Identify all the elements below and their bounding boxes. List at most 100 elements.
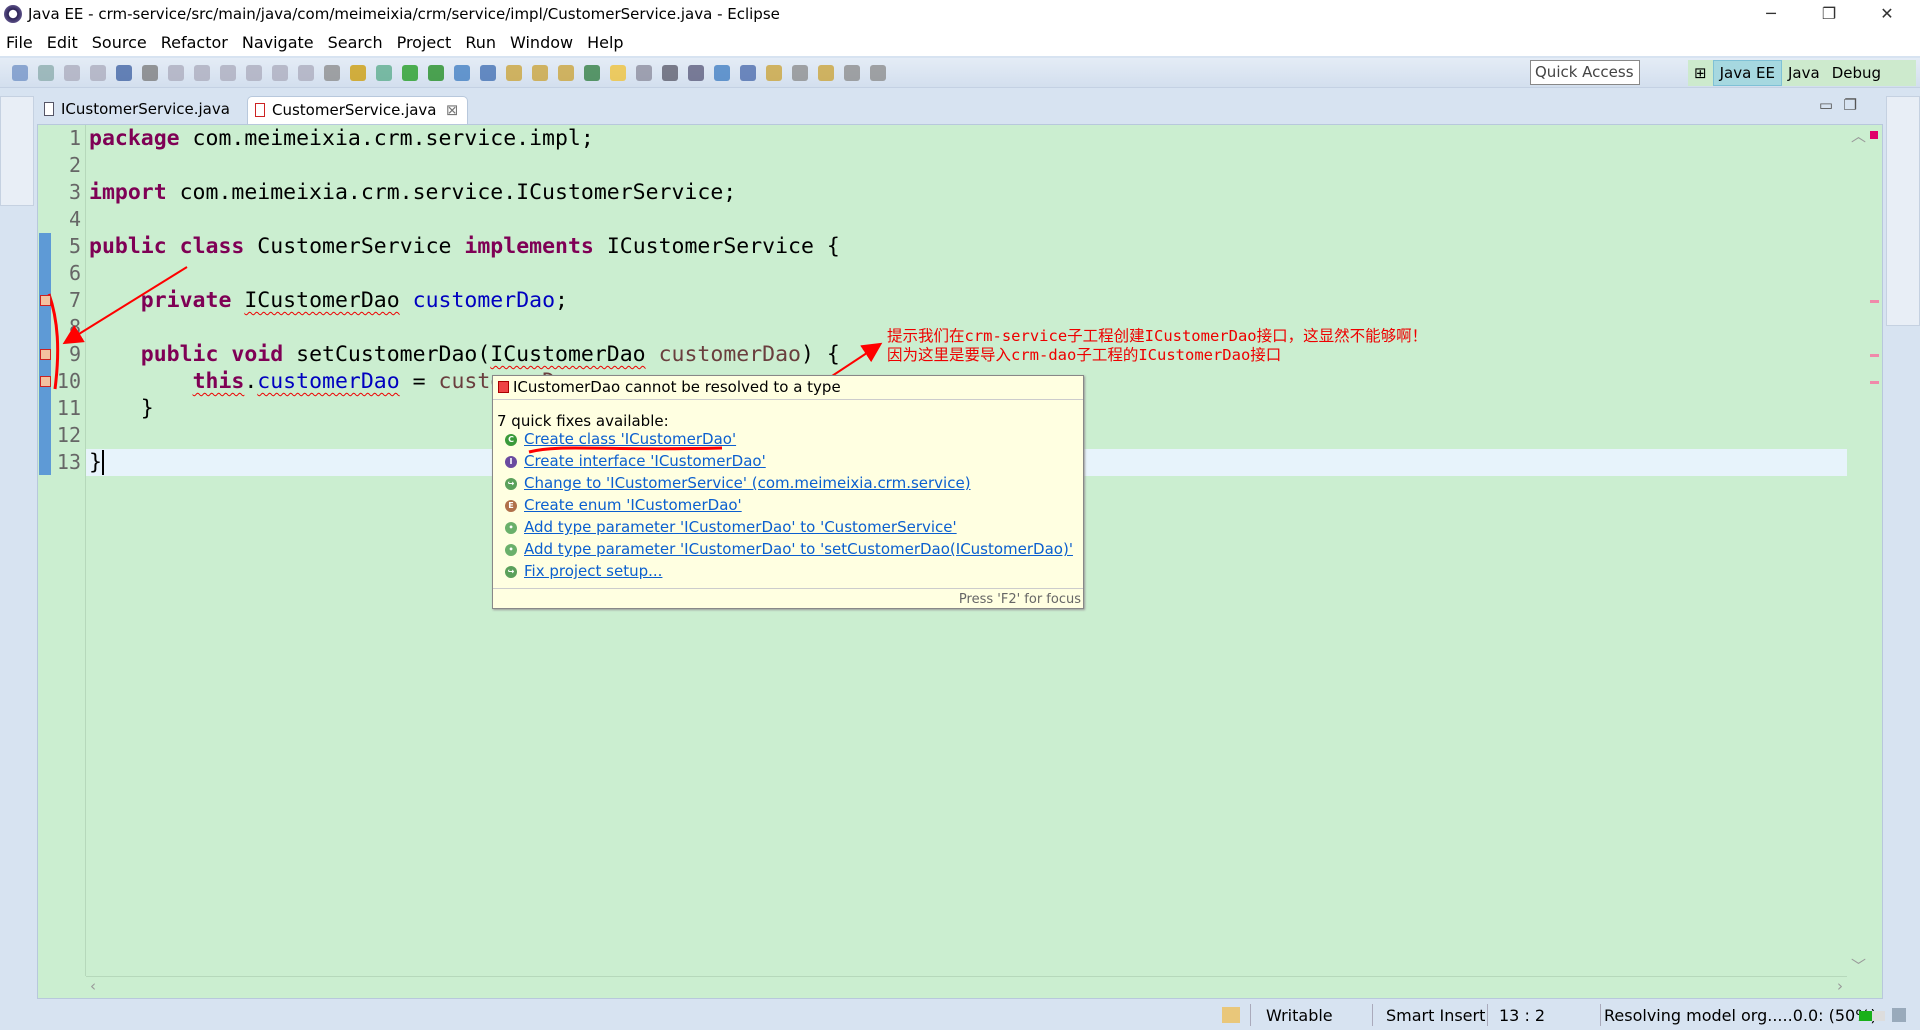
- maximize-editor-icon[interactable]: ❐: [1844, 96, 1857, 114]
- menu-source[interactable]: Source: [92, 33, 147, 52]
- toolbar-button-icon[interactable]: [480, 65, 496, 81]
- toolbar-button-icon[interactable]: [168, 65, 184, 81]
- menu-refactor[interactable]: Refactor: [161, 33, 228, 52]
- error-gutter-icon[interactable]: [40, 376, 51, 387]
- toolbar-button-icon[interactable]: [90, 65, 106, 81]
- toolbar-button-icon[interactable]: [662, 65, 678, 81]
- toolbar-button-icon[interactable]: [740, 65, 756, 81]
- line-number: 8: [68, 315, 81, 339]
- toolbar-button-icon[interactable]: [818, 65, 834, 81]
- menu-navigate[interactable]: Navigate: [242, 33, 314, 52]
- toolbar-button-icon[interactable]: [584, 65, 600, 81]
- toolbar-button-icon[interactable]: [532, 65, 548, 81]
- progress-bar[interactable]: [1859, 1011, 1885, 1021]
- code-line[interactable]: }: [89, 449, 104, 476]
- code-line[interactable]: private ICustomerDao customerDao;: [89, 287, 568, 314]
- toolbar-button-icon[interactable]: [792, 65, 808, 81]
- toolbar-button-icon[interactable]: [402, 65, 418, 81]
- status-icon[interactable]: [1222, 1007, 1240, 1023]
- toolbar-button-icon[interactable]: [142, 65, 158, 81]
- perspective-java-ee[interactable]: Java EE: [1712, 60, 1782, 86]
- scroll-right-icon[interactable]: ›: [1837, 977, 1843, 995]
- code-token: package: [89, 126, 180, 151]
- error-marker[interactable]: [1870, 381, 1879, 384]
- toolbar-button-icon[interactable]: [636, 65, 652, 81]
- code-token: }: [89, 450, 102, 475]
- error-summary-icon[interactable]: [1870, 131, 1878, 139]
- menu-search[interactable]: Search: [328, 33, 383, 52]
- close-button[interactable]: ✕: [1858, 0, 1916, 28]
- toolbar-button-icon[interactable]: [454, 65, 470, 81]
- toolbar-button-icon[interactable]: [194, 65, 210, 81]
- toolbar-button-icon[interactable]: [12, 65, 28, 81]
- menu-project[interactable]: Project: [397, 33, 452, 52]
- toolbar-button-icon[interactable]: [350, 65, 366, 81]
- toolbar-button-icon[interactable]: [870, 65, 886, 81]
- quick-fix-link[interactable]: Create enum 'ICustomerDao': [524, 496, 742, 514]
- error-gutter-icon[interactable]: [40, 295, 51, 306]
- scroll-down-icon[interactable]: ﹀: [1851, 955, 1866, 976]
- quick-fix-link[interactable]: Add type parameter 'ICustomerDao' to 'Cu…: [524, 518, 957, 536]
- toolbar-button-icon[interactable]: [714, 65, 730, 81]
- perspective-debug[interactable]: Debug: [1826, 61, 1887, 85]
- code-token: CustomerService: [244, 234, 465, 259]
- quick-fix-link[interactable]: Create interface 'ICustomerDao': [524, 452, 766, 470]
- toolbar-button-icon[interactable]: [116, 65, 132, 81]
- toolbar-button-icon[interactable]: [324, 65, 340, 81]
- vertical-scrollbar[interactable]: ︿ ﹀: [1847, 125, 1867, 976]
- toolbar-button-icon[interactable]: [246, 65, 262, 81]
- toolbar-button-icon[interactable]: [506, 65, 522, 81]
- toolbar-button-icon[interactable]: [64, 65, 80, 81]
- toolbar-button-icon[interactable]: [298, 65, 314, 81]
- error-marker[interactable]: [1870, 300, 1879, 303]
- toolbar-button-icon[interactable]: [688, 65, 704, 81]
- horizontal-scrollbar[interactable]: ‹ ›: [86, 976, 1847, 998]
- quick-fix-link[interactable]: Change to 'ICustomerService' (com.meimei…: [524, 474, 971, 492]
- quick-fix-link[interactable]: Add type parameter 'ICustomerDao' to 'se…: [524, 540, 1073, 558]
- minimize-editor-icon[interactable]: ▭: [1819, 96, 1833, 114]
- error-marker[interactable]: [1870, 354, 1879, 357]
- line-number: 7: [68, 288, 81, 312]
- open-perspective-icon[interactable]: ⊞: [1688, 61, 1713, 85]
- type-param-icon: •: [505, 522, 517, 534]
- close-tab-icon[interactable]: ⊠: [446, 101, 459, 119]
- menu-help[interactable]: Help: [587, 33, 623, 52]
- toolbar-button-icon[interactable]: [428, 65, 444, 81]
- scroll-left-icon[interactable]: ‹: [90, 977, 96, 995]
- quick-fix-link[interactable]: Create class 'ICustomerDao': [524, 430, 736, 448]
- code-token: import: [89, 180, 167, 205]
- line-number: 1: [68, 126, 81, 150]
- progress-view-icon[interactable]: [1892, 1008, 1906, 1022]
- perspective-java[interactable]: Java: [1782, 61, 1826, 85]
- annotation-note-2: 因为这里是要导入crm-dao子工程的ICustomerDao接口: [887, 346, 1282, 364]
- menu-edit[interactable]: Edit: [47, 33, 78, 52]
- tab-icustomerservice[interactable]: ICustomerService.java: [37, 96, 238, 124]
- toolbar-button-icon[interactable]: [38, 65, 54, 81]
- toolbar-button-icon[interactable]: [844, 65, 860, 81]
- quick-access-input[interactable]: Quick Access: [1530, 60, 1640, 85]
- tab-customerservice[interactable]: CustomerService.java ⊠: [247, 96, 468, 124]
- perspective-switcher: ⊞ Java EE Java Debug: [1688, 60, 1916, 86]
- minimize-button[interactable]: ─: [1742, 0, 1800, 28]
- menu-window[interactable]: Window: [510, 33, 573, 52]
- line-number: 13: [56, 450, 81, 474]
- toolbar-button-icon[interactable]: [376, 65, 392, 81]
- code-token: private: [140, 288, 232, 313]
- code-line[interactable]: package com.meimeixia.crm.service.impl;: [89, 125, 594, 152]
- restore-button[interactable]: ❐: [1800, 0, 1858, 28]
- toolbar-button-icon[interactable]: [272, 65, 288, 81]
- menu-run[interactable]: Run: [465, 33, 496, 52]
- toolbar-button-icon[interactable]: [558, 65, 574, 81]
- toolbar-button-icon[interactable]: [766, 65, 782, 81]
- code-line[interactable]: import com.meimeixia.crm.service.ICustom…: [89, 179, 736, 206]
- code-line[interactable]: public class CustomerService implements …: [89, 233, 840, 260]
- menu-file[interactable]: File: [6, 33, 33, 52]
- toolbar-button-icon[interactable]: [610, 65, 626, 81]
- line-number: 4: [68, 207, 81, 231]
- code-line[interactable]: }: [89, 395, 154, 422]
- toolbar-button-icon[interactable]: [220, 65, 236, 81]
- quick-fix-link[interactable]: Fix project setup...: [524, 562, 662, 580]
- scroll-up-icon[interactable]: ︿: [1851, 125, 1866, 146]
- error-gutter-icon[interactable]: [40, 349, 51, 360]
- code-line[interactable]: public void setCustomerDao(ICustomerDao …: [89, 341, 840, 368]
